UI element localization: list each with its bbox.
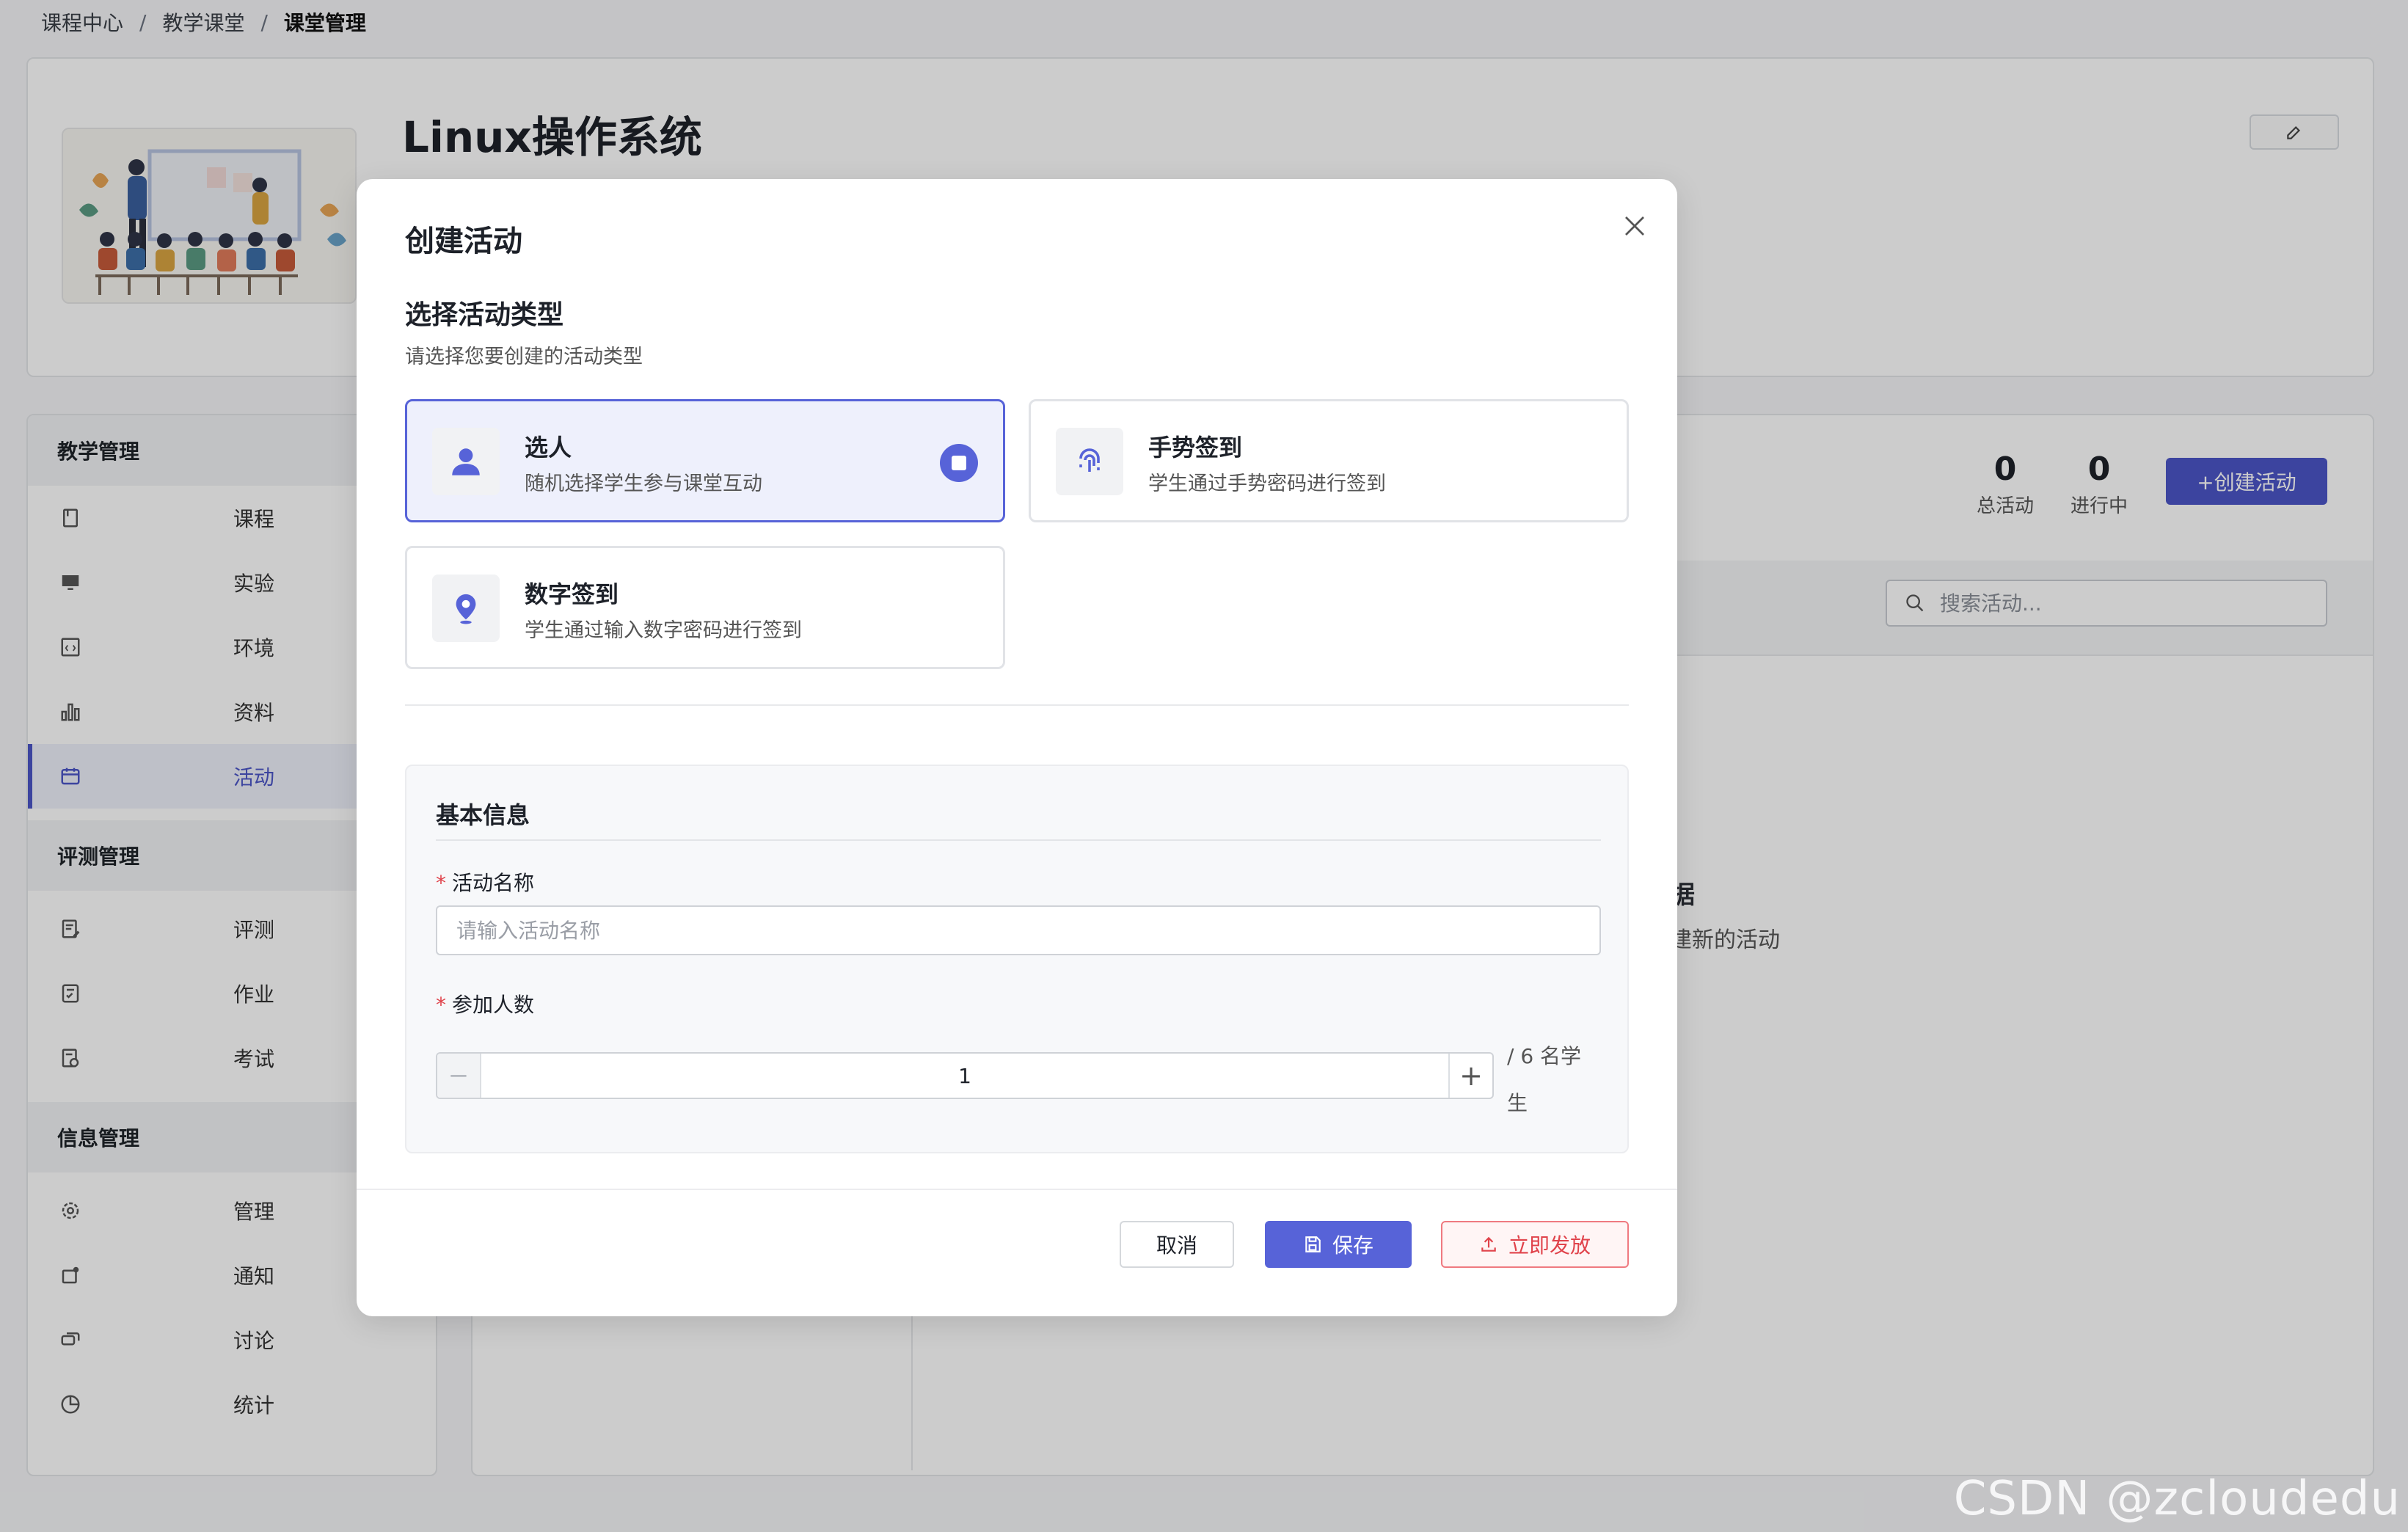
participant-total-note: / 6 名学生 xyxy=(1507,1044,1582,1115)
activity-type-desc: 学生通过手势密码进行签到 xyxy=(1148,473,1386,495)
activity-name-label: * 活动名称 xyxy=(436,867,534,897)
activity-type-section-subtitle: 请选择您要创建的活动类型 xyxy=(405,346,643,368)
participant-count-label-text: 参加人数 xyxy=(452,993,535,1017)
modal-title: 创建活动 xyxy=(405,225,522,258)
decrement-button[interactable]: − xyxy=(437,1054,481,1098)
participant-count-value[interactable]: 1 xyxy=(481,1054,1448,1098)
save-button-label: 保存 xyxy=(1332,1233,1373,1258)
required-mark: * xyxy=(436,871,446,895)
participant-count-label: * 参加人数 xyxy=(436,989,534,1018)
activity-type-name: 数字签到 xyxy=(525,580,619,608)
activity-type-pick-student[interactable]: 选人 随机选择学生参与课堂互动 xyxy=(405,399,1005,522)
participant-count-stepper: − 1 + xyxy=(436,1052,1494,1099)
publish-button-label: 立即发放 xyxy=(1508,1233,1591,1258)
upload-icon xyxy=(1481,1236,1496,1252)
cancel-button-label: 取消 xyxy=(1156,1233,1197,1258)
save-floppy-icon xyxy=(1305,1236,1321,1252)
activity-type-name: 选人 xyxy=(525,434,572,462)
increment-button[interactable]: + xyxy=(1448,1054,1492,1098)
activity-name-input[interactable] xyxy=(436,905,1601,955)
cancel-button[interactable]: 取消 xyxy=(1120,1221,1234,1268)
activity-type-desc: 学生通过输入数字密码进行签到 xyxy=(525,619,802,642)
user-icon xyxy=(432,428,500,495)
activity-type-section-title: 选择活动类型 xyxy=(405,300,564,330)
basic-info-panel: 基本信息 *活动名称 *参加人数 − 1 + / 6 名学生 xyxy=(405,765,1629,1153)
activity-type-name: 手势签到 xyxy=(1148,434,1243,462)
footer-divider xyxy=(357,1189,1677,1190)
fingerprint-icon xyxy=(1056,428,1123,495)
section-divider xyxy=(405,704,1629,706)
create-activity-modal: 创建活动 选择活动类型 请选择您要创建的活动类型 选人 随机选择学生参与课堂互动… xyxy=(357,179,1677,1316)
basic-info-title: 基本信息 xyxy=(436,801,530,829)
activity-type-desc: 随机选择学生参与课堂互动 xyxy=(525,473,762,495)
activity-name-label-text: 活动名称 xyxy=(452,871,535,895)
publish-now-button[interactable]: 立即发放 xyxy=(1441,1221,1629,1268)
save-button[interactable]: 保存 xyxy=(1265,1221,1412,1268)
close-icon xyxy=(1625,216,1644,236)
required-mark: * xyxy=(436,993,446,1017)
activity-type-number-checkin[interactable]: 数字签到 学生通过输入数字密码进行签到 xyxy=(405,546,1005,669)
activity-type-gesture-checkin[interactable]: 手势签到 学生通过手势密码进行签到 xyxy=(1029,399,1629,522)
basic-info-divider xyxy=(436,839,1601,841)
location-pin-icon xyxy=(432,574,500,642)
watermark: CSDN @zcloudedu xyxy=(1953,1472,2401,1526)
modal-close-button[interactable] xyxy=(1613,204,1657,248)
selected-radio-icon xyxy=(940,444,978,482)
